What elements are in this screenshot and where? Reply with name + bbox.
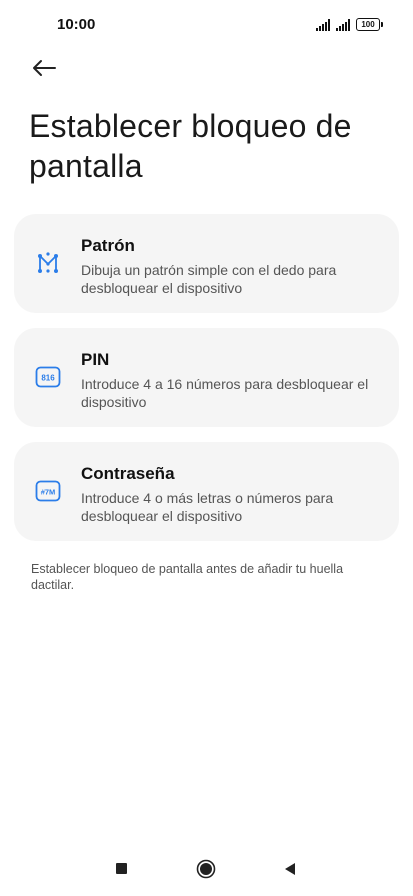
option-pin[interactable]: 816 PIN Introduce 4 a 16 números para de… [14, 328, 399, 427]
pattern-icon [35, 250, 61, 276]
recent-apps-icon[interactable] [115, 862, 129, 876]
signal-icon [316, 19, 330, 31]
pin-icon: 816 [35, 364, 61, 390]
option-description: Introduce 4 o más letras o números para … [81, 490, 334, 524]
password-icon-text: #7M [41, 488, 56, 497]
back-triangle-icon[interactable] [283, 862, 297, 876]
option-title: Contraseña [81, 464, 175, 483]
signal-icon [336, 19, 350, 31]
status-bar: 10:00 100 [0, 0, 413, 48]
pin-icon-text: 816 [41, 374, 55, 383]
home-icon[interactable] [196, 859, 216, 879]
option-pattern[interactable]: Patrón Dibuja un patrón simple con el de… [14, 214, 399, 313]
page-title: Establecer bloqueo de pantalla [29, 108, 352, 184]
option-title: Patrón [81, 236, 135, 255]
status-icons: 100 [316, 17, 383, 31]
status-time: 10:00 [57, 16, 96, 33]
password-icon: #7M [35, 478, 61, 504]
option-password[interactable]: #7M Contraseña Introduce 4 o más letras … [14, 442, 399, 541]
battery-icon: 100 [356, 18, 383, 31]
option-title: PIN [81, 350, 110, 369]
option-description: Dibuja un patrón simple con el dedo para… [81, 262, 337, 296]
lock-options-list: Patrón Dibuja un patrón simple con el de… [14, 214, 399, 556]
back-button[interactable] [26, 52, 62, 84]
navigation-bar [0, 846, 413, 896]
battery-level: 100 [356, 18, 380, 31]
option-description: Introduce 4 a 16 números para desbloquea… [81, 376, 369, 410]
arrow-left-icon [33, 60, 56, 76]
fingerprint-note: Establecer bloqueo de pantalla antes de … [31, 562, 344, 592]
